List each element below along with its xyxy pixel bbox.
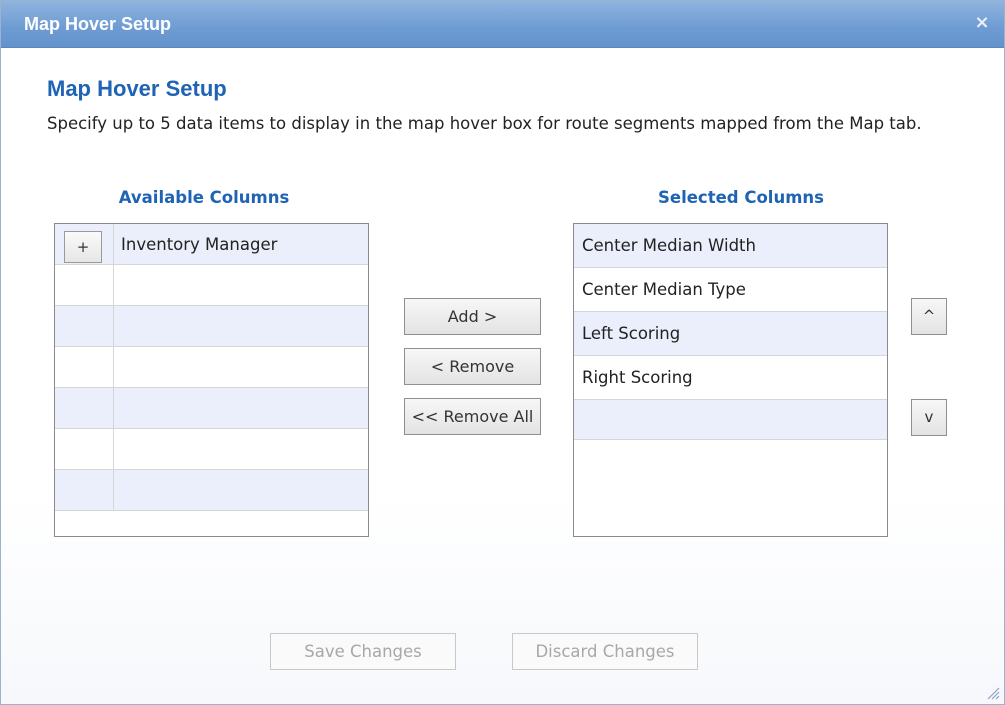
discard-changes-button[interactable]: Discard Changes — [512, 633, 698, 670]
map-hover-setup-dialog: Map Hover Setup × Map Hover Setup Specif… — [0, 0, 1005, 705]
list-item[interactable] — [55, 429, 368, 470]
row-handle-cell: + — [55, 224, 114, 264]
save-changes-button[interactable]: Save Changes — [270, 633, 456, 670]
move-up-button[interactable]: ^ — [911, 298, 947, 335]
remove-all-button[interactable]: << Remove All — [404, 398, 541, 435]
row-handle-cell — [55, 429, 114, 469]
add-button[interactable]: Add > — [404, 298, 541, 335]
list-item[interactable]: + Inventory Manager — [55, 224, 368, 265]
list-item[interactable] — [55, 347, 368, 388]
list-item[interactable]: Left Scoring — [574, 312, 887, 356]
available-columns-list[interactable]: + Inventory Manager — [54, 223, 369, 537]
page-description: Specify up to 5 data items to display in… — [47, 114, 922, 133]
list-item-label: Left Scoring — [582, 324, 681, 343]
row-handle-cell — [55, 306, 114, 346]
remove-button[interactable]: < Remove — [404, 348, 541, 385]
list-item[interactable]: Center Median Type — [574, 268, 887, 312]
title-bar[interactable]: Map Hover Setup × — [1, 1, 1004, 48]
close-icon[interactable]: × — [972, 13, 992, 33]
page-title: Map Hover Setup — [47, 76, 227, 101]
list-item[interactable] — [55, 306, 368, 347]
row-handle-cell — [55, 470, 114, 510]
move-down-button[interactable]: v — [911, 399, 947, 436]
list-item[interactable] — [55, 388, 368, 429]
row-handle-cell — [55, 265, 114, 305]
resize-grip-icon[interactable] — [986, 686, 1000, 700]
list-item-label: Right Scoring — [582, 368, 693, 387]
list-item[interactable] — [55, 470, 368, 511]
list-item-label: Center Median Width — [582, 236, 756, 255]
row-handle-cell — [55, 388, 114, 428]
list-item[interactable]: Right Scoring — [574, 356, 887, 400]
selected-columns-list[interactable]: Center Median Width Center Median Type L… — [573, 223, 888, 537]
list-item-label: Inventory Manager — [121, 235, 278, 254]
available-columns-header: Available Columns — [118, 188, 290, 207]
window-title: Map Hover Setup — [24, 14, 172, 34]
list-item[interactable] — [55, 265, 368, 306]
list-item-label: Center Median Type — [582, 280, 746, 299]
list-item[interactable]: Center Median Width — [574, 224, 887, 268]
selected-columns-header: Selected Columns — [658, 188, 824, 207]
list-item[interactable] — [574, 400, 887, 440]
row-handle-cell — [55, 347, 114, 387]
add-item-button[interactable]: + — [64, 231, 102, 263]
